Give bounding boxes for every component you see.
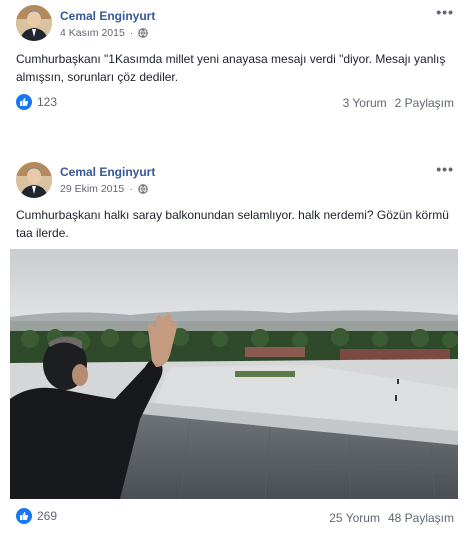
globe-icon [137,184,148,194]
share-count[interactable]: 48 Paylaşım [388,511,454,525]
post-meta: 29 Ekim 2015 · [60,183,148,195]
post-text: Cumhurbaşkanı halkı saray balkonundan se… [16,208,449,240]
post-date[interactable]: 29 Ekim 2015 [60,183,124,195]
balcony-wave-photo [10,249,458,499]
post-stats: 3 Yorum 2 Paylaşım [343,96,454,110]
author-name[interactable]: Cemal Enginyurt [60,9,155,23]
reactions-summary[interactable]: 269 [16,508,57,524]
post-text: Cumhurbaşkanı "1Kasımda millet yeni anay… [16,52,446,84]
globe-icon [138,28,149,38]
more-options-icon[interactable]: ••• [436,161,454,177]
author-avatar[interactable] [16,5,52,41]
comment-count[interactable]: 3 Yorum [343,96,387,110]
post-1: Cemal Enginyurt 4 Kasım 2015 · ••• Cumhu… [0,0,468,125]
post-photo[interactable] [10,249,458,499]
author-name[interactable]: Cemal Enginyurt [60,165,155,179]
author-avatar[interactable] [16,162,52,198]
like-icon [16,94,32,110]
post-date[interactable]: 4 Kasım 2015 [60,27,125,39]
reactions-summary[interactable]: 123 [16,94,57,110]
comment-count[interactable]: 25 Yorum [329,511,380,525]
like-count: 269 [37,509,58,523]
post-meta: 4 Kasım 2015 · [60,27,149,39]
post-stats: 25 Yorum 48 Paylaşım [329,511,454,525]
share-count[interactable]: 2 Paylaşım [395,96,454,110]
more-options-icon[interactable]: ••• [436,4,454,20]
like-count: 123 [37,95,58,109]
like-icon [16,508,32,524]
